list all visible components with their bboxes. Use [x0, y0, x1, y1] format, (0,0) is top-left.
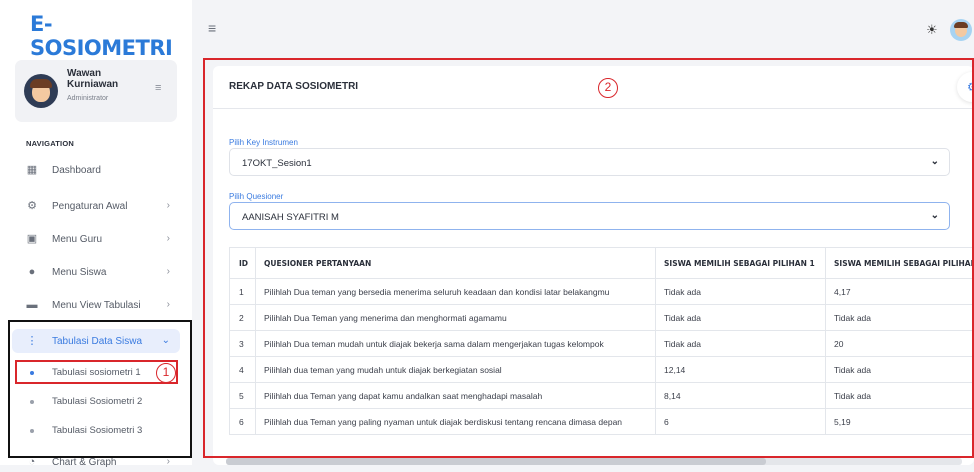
horizontal-scrollbar[interactable] — [226, 458, 962, 465]
gear-icon: ⚙ — [26, 200, 38, 212]
annotation-badge-2: 2 — [598, 78, 618, 98]
sidebar-item-menu-view-tabulasi[interactable]: ▬ Menu View Tabulasi › — [26, 295, 182, 315]
dashboard-icon: ▦ — [26, 164, 38, 176]
filter-icon[interactable]: ≡ — [155, 82, 161, 94]
sidebar-item-label: Menu Guru — [52, 234, 102, 245]
annotation-box-black — [8, 320, 192, 458]
nav-title: NAVIGATION — [26, 139, 74, 148]
header-avatar[interactable] — [950, 19, 972, 41]
sidebar-item-label: Chart & Graph — [52, 457, 116, 468]
top-header: ≡ ☀ — [192, 0, 974, 56]
sidebar-item-label: Dashboard — [52, 165, 101, 176]
chevron-right-icon: › — [167, 299, 170, 310]
scrollbar-thumb[interactable] — [226, 458, 766, 465]
app-logo[interactable]: E-SOSIOMETRI — [30, 12, 192, 60]
avatar — [24, 74, 58, 108]
user-card[interactable]: WawanKurniawan Administrator ≡ — [15, 60, 177, 122]
sidebar-item-pengaturan-awal[interactable]: ⚙ Pengaturan Awal › — [26, 196, 182, 216]
folder-icon: ▣ — [26, 233, 38, 245]
user-icon: ● — [26, 266, 38, 278]
sidebar-item-label: Menu Siswa — [52, 267, 106, 278]
theme-toggle-sun-icon[interactable]: ☀ — [926, 22, 938, 38]
sidebar-item-label: Menu View Tabulasi — [52, 300, 141, 311]
chevron-right-icon: › — [167, 200, 170, 211]
sidebar-item-dashboard[interactable]: ▦ Dashboard — [26, 160, 182, 180]
chevron-right-icon: › — [167, 233, 170, 244]
annotation-badge-1: 1 — [156, 363, 176, 383]
sidebar-item-label: Pengaturan Awal — [52, 201, 127, 212]
chevron-right-icon: › — [167, 266, 170, 277]
user-role: Administrator — [67, 95, 108, 102]
sidebar-item-menu-guru[interactable]: ▣ Menu Guru › — [26, 229, 182, 249]
user-name: WawanKurniawan — [67, 68, 118, 90]
annotation-box-red-big — [203, 58, 974, 458]
annotation-box-red-small — [15, 360, 178, 384]
list-icon: ▬ — [26, 299, 38, 311]
hamburger-menu-icon[interactable]: ≡ — [208, 20, 216, 36]
sidebar-item-menu-siswa[interactable]: ● Menu Siswa › — [26, 262, 182, 282]
